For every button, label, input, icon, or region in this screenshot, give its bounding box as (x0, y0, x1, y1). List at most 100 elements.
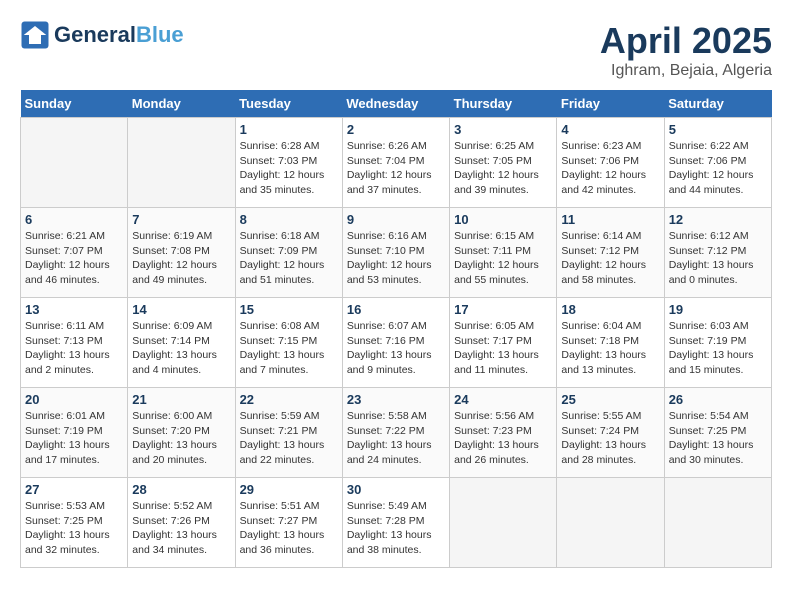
calendar-cell: 19 Sunrise: 6:03 AM Sunset: 7:19 PM Dayli… (664, 298, 771, 388)
weekday-header-tuesday: Tuesday (235, 90, 342, 118)
day-detail: Sunrise: 6:26 AM Sunset: 7:04 PM Dayligh… (347, 139, 445, 198)
day-number: 3 (454, 122, 552, 137)
day-detail: Sunrise: 5:54 AM Sunset: 7:25 PM Dayligh… (669, 409, 767, 468)
day-detail: Sunrise: 5:56 AM Sunset: 7:23 PM Dayligh… (454, 409, 552, 468)
day-number: 4 (561, 122, 659, 137)
day-number: 7 (132, 212, 230, 227)
calendar-cell: 1Sunrise: 6:28 AM Sunset: 7:03 PM Daylig… (235, 118, 342, 208)
day-number: 23 (347, 392, 445, 407)
day-number: 11 (561, 212, 659, 227)
calendar-cell: 15 Sunrise: 6:08 AM Sunset: 7:15 PM Dayli… (235, 298, 342, 388)
day-detail: Sunrise: 6:16 AM Sunset: 7:10 PM Dayligh… (347, 229, 445, 288)
day-detail: Sunrise: 6:04 AM Sunset: 7:18 PM Dayligh… (561, 319, 659, 378)
day-number: 14 (132, 302, 230, 317)
day-number: 24 (454, 392, 552, 407)
weekday-header-friday: Friday (557, 90, 664, 118)
calendar-body: 1Sunrise: 6:28 AM Sunset: 7:03 PM Daylig… (21, 118, 772, 568)
calendar-table: SundayMondayTuesdayWednesdayThursdayFrid… (20, 90, 772, 568)
logo: GeneralBlue (20, 20, 184, 50)
calendar-cell: 11 Sunrise: 6:14 AM Sunset: 7:12 PM Dayli… (557, 208, 664, 298)
day-number: 9 (347, 212, 445, 227)
calendar-cell: 9 Sunrise: 6:16 AM Sunset: 7:10 PM Daylig… (342, 208, 449, 298)
day-detail: Sunrise: 6:28 AM Sunset: 7:03 PM Dayligh… (240, 139, 338, 198)
day-number: 16 (347, 302, 445, 317)
day-number: 21 (132, 392, 230, 407)
calendar-cell: 2 Sunrise: 6:26 AM Sunset: 7:04 PM Daylig… (342, 118, 449, 208)
day-number: 8 (240, 212, 338, 227)
calendar-week-5: 27 Sunrise: 5:53 AM Sunset: 7:25 PM Dayli… (21, 478, 772, 568)
day-number: 26 (669, 392, 767, 407)
day-number: 18 (561, 302, 659, 317)
day-number: 20 (25, 392, 123, 407)
calendar-cell: 30Sunrise: 5:49 AM Sunset: 7:28 PM Dayli… (342, 478, 449, 568)
day-number: 6 (25, 212, 123, 227)
calendar-cell: 20Sunrise: 6:01 AM Sunset: 7:19 PM Dayli… (21, 388, 128, 478)
day-number: 15 (240, 302, 338, 317)
day-number: 12 (669, 212, 767, 227)
calendar-week-2: 6 Sunrise: 6:21 AM Sunset: 7:07 PM Daylig… (21, 208, 772, 298)
day-detail: Sunrise: 6:21 AM Sunset: 7:07 PM Dayligh… (25, 229, 123, 288)
day-detail: Sunrise: 6:14 AM Sunset: 7:12 PM Dayligh… (561, 229, 659, 288)
weekday-header-sunday: Sunday (21, 90, 128, 118)
day-detail: Sunrise: 5:58 AM Sunset: 7:22 PM Dayligh… (347, 409, 445, 468)
day-detail: Sunrise: 5:59 AM Sunset: 7:21 PM Dayligh… (240, 409, 338, 468)
day-number: 5 (669, 122, 767, 137)
calendar-cell: 21 Sunrise: 6:00 AM Sunset: 7:20 PM Dayli… (128, 388, 235, 478)
day-number: 13 (25, 302, 123, 317)
day-number: 28 (132, 482, 230, 497)
calendar-cell (557, 478, 664, 568)
day-number: 30 (347, 482, 445, 497)
calendar-cell: 3 Sunrise: 6:25 AM Sunset: 7:05 PM Daylig… (450, 118, 557, 208)
day-detail: Sunrise: 6:11 AM Sunset: 7:13 PM Dayligh… (25, 319, 123, 378)
calendar-cell: 28 Sunrise: 5:52 AM Sunset: 7:26 PM Dayli… (128, 478, 235, 568)
day-number: 2 (347, 122, 445, 137)
day-number: 10 (454, 212, 552, 227)
day-detail: Sunrise: 5:52 AM Sunset: 7:26 PM Dayligh… (132, 499, 230, 558)
calendar-cell: 8 Sunrise: 6:18 AM Sunset: 7:09 PM Daylig… (235, 208, 342, 298)
day-detail: Sunrise: 6:23 AM Sunset: 7:06 PM Dayligh… (561, 139, 659, 198)
day-detail: Sunrise: 6:00 AM Sunset: 7:20 PM Dayligh… (132, 409, 230, 468)
day-number: 19 (669, 302, 767, 317)
calendar-cell: 17 Sunrise: 6:05 AM Sunset: 7:17 PM Dayli… (450, 298, 557, 388)
day-detail: Sunrise: 6:25 AM Sunset: 7:05 PM Dayligh… (454, 139, 552, 198)
calendar-week-4: 20Sunrise: 6:01 AM Sunset: 7:19 PM Dayli… (21, 388, 772, 478)
calendar-cell (128, 118, 235, 208)
day-number: 25 (561, 392, 659, 407)
logo-icon (20, 20, 50, 50)
day-detail: Sunrise: 5:55 AM Sunset: 7:24 PM Dayligh… (561, 409, 659, 468)
calendar-cell: 22 Sunrise: 5:59 AM Sunset: 7:21 PM Dayli… (235, 388, 342, 478)
calendar-cell: 5Sunrise: 6:22 AM Sunset: 7:06 PM Daylig… (664, 118, 771, 208)
weekday-header-wednesday: Wednesday (342, 90, 449, 118)
day-detail: Sunrise: 6:18 AM Sunset: 7:09 PM Dayligh… (240, 229, 338, 288)
weekday-header-row: SundayMondayTuesdayWednesdayThursdayFrid… (21, 90, 772, 118)
day-detail: Sunrise: 6:09 AM Sunset: 7:14 PM Dayligh… (132, 319, 230, 378)
weekday-header-monday: Monday (128, 90, 235, 118)
calendar-cell: 13 Sunrise: 6:11 AM Sunset: 7:13 PM Dayli… (21, 298, 128, 388)
calendar-cell: 25 Sunrise: 5:55 AM Sunset: 7:24 PM Dayli… (557, 388, 664, 478)
day-detail: Sunrise: 6:05 AM Sunset: 7:17 PM Dayligh… (454, 319, 552, 378)
logo-text: GeneralBlue (54, 23, 184, 47)
calendar-cell: 16 Sunrise: 6:07 AM Sunset: 7:16 PM Dayli… (342, 298, 449, 388)
day-number: 29 (240, 482, 338, 497)
day-detail: Sunrise: 6:03 AM Sunset: 7:19 PM Dayligh… (669, 319, 767, 378)
day-number: 17 (454, 302, 552, 317)
day-number: 27 (25, 482, 123, 497)
calendar-cell: 12Sunrise: 6:12 AM Sunset: 7:12 PM Dayli… (664, 208, 771, 298)
calendar-cell: 24 Sunrise: 5:56 AM Sunset: 7:23 PM Dayli… (450, 388, 557, 478)
calendar-cell: 4 Sunrise: 6:23 AM Sunset: 7:06 PM Daylig… (557, 118, 664, 208)
calendar-cell (450, 478, 557, 568)
calendar-cell: 10 Sunrise: 6:15 AM Sunset: 7:11 PM Dayli… (450, 208, 557, 298)
day-detail: Sunrise: 6:07 AM Sunset: 7:16 PM Dayligh… (347, 319, 445, 378)
day-detail: Sunrise: 6:15 AM Sunset: 7:11 PM Dayligh… (454, 229, 552, 288)
day-number: 22 (240, 392, 338, 407)
month-title: April 2025 (600, 20, 772, 62)
calendar-week-3: 13 Sunrise: 6:11 AM Sunset: 7:13 PM Dayli… (21, 298, 772, 388)
calendar-cell: 7Sunrise: 6:19 AM Sunset: 7:08 PM Daylig… (128, 208, 235, 298)
calendar-cell: 6 Sunrise: 6:21 AM Sunset: 7:07 PM Daylig… (21, 208, 128, 298)
day-detail: Sunrise: 5:51 AM Sunset: 7:27 PM Dayligh… (240, 499, 338, 558)
page-header: GeneralBlue April 2025 Ighram, Bejaia, A… (20, 20, 772, 80)
calendar-cell: 18 Sunrise: 6:04 AM Sunset: 7:18 PM Dayli… (557, 298, 664, 388)
day-detail: Sunrise: 5:53 AM Sunset: 7:25 PM Dayligh… (25, 499, 123, 558)
calendar-cell: 29 Sunrise: 5:51 AM Sunset: 7:27 PM Dayli… (235, 478, 342, 568)
day-detail: Sunrise: 6:08 AM Sunset: 7:15 PM Dayligh… (240, 319, 338, 378)
